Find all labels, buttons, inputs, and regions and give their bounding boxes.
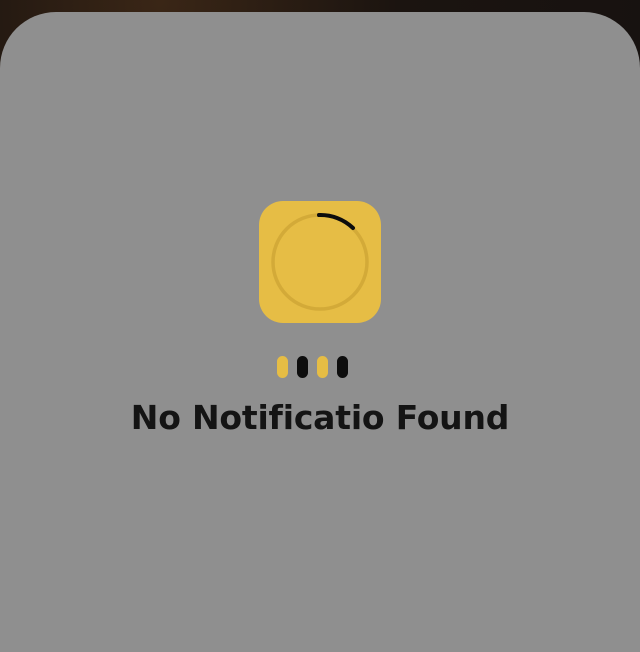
- loading-dot: [277, 356, 288, 378]
- loading-dot: [317, 356, 328, 378]
- notification-sheet: [0, 12, 640, 652]
- loading-dot: [297, 356, 308, 378]
- loading-dots: [277, 356, 348, 378]
- spinner-svg: [271, 212, 369, 311]
- loading-spinner-icon: [259, 201, 381, 323]
- empty-state-message: No Notificatio Found: [130, 398, 510, 437]
- spinner-arc: [317, 212, 355, 230]
- loading-dot: [337, 356, 348, 378]
